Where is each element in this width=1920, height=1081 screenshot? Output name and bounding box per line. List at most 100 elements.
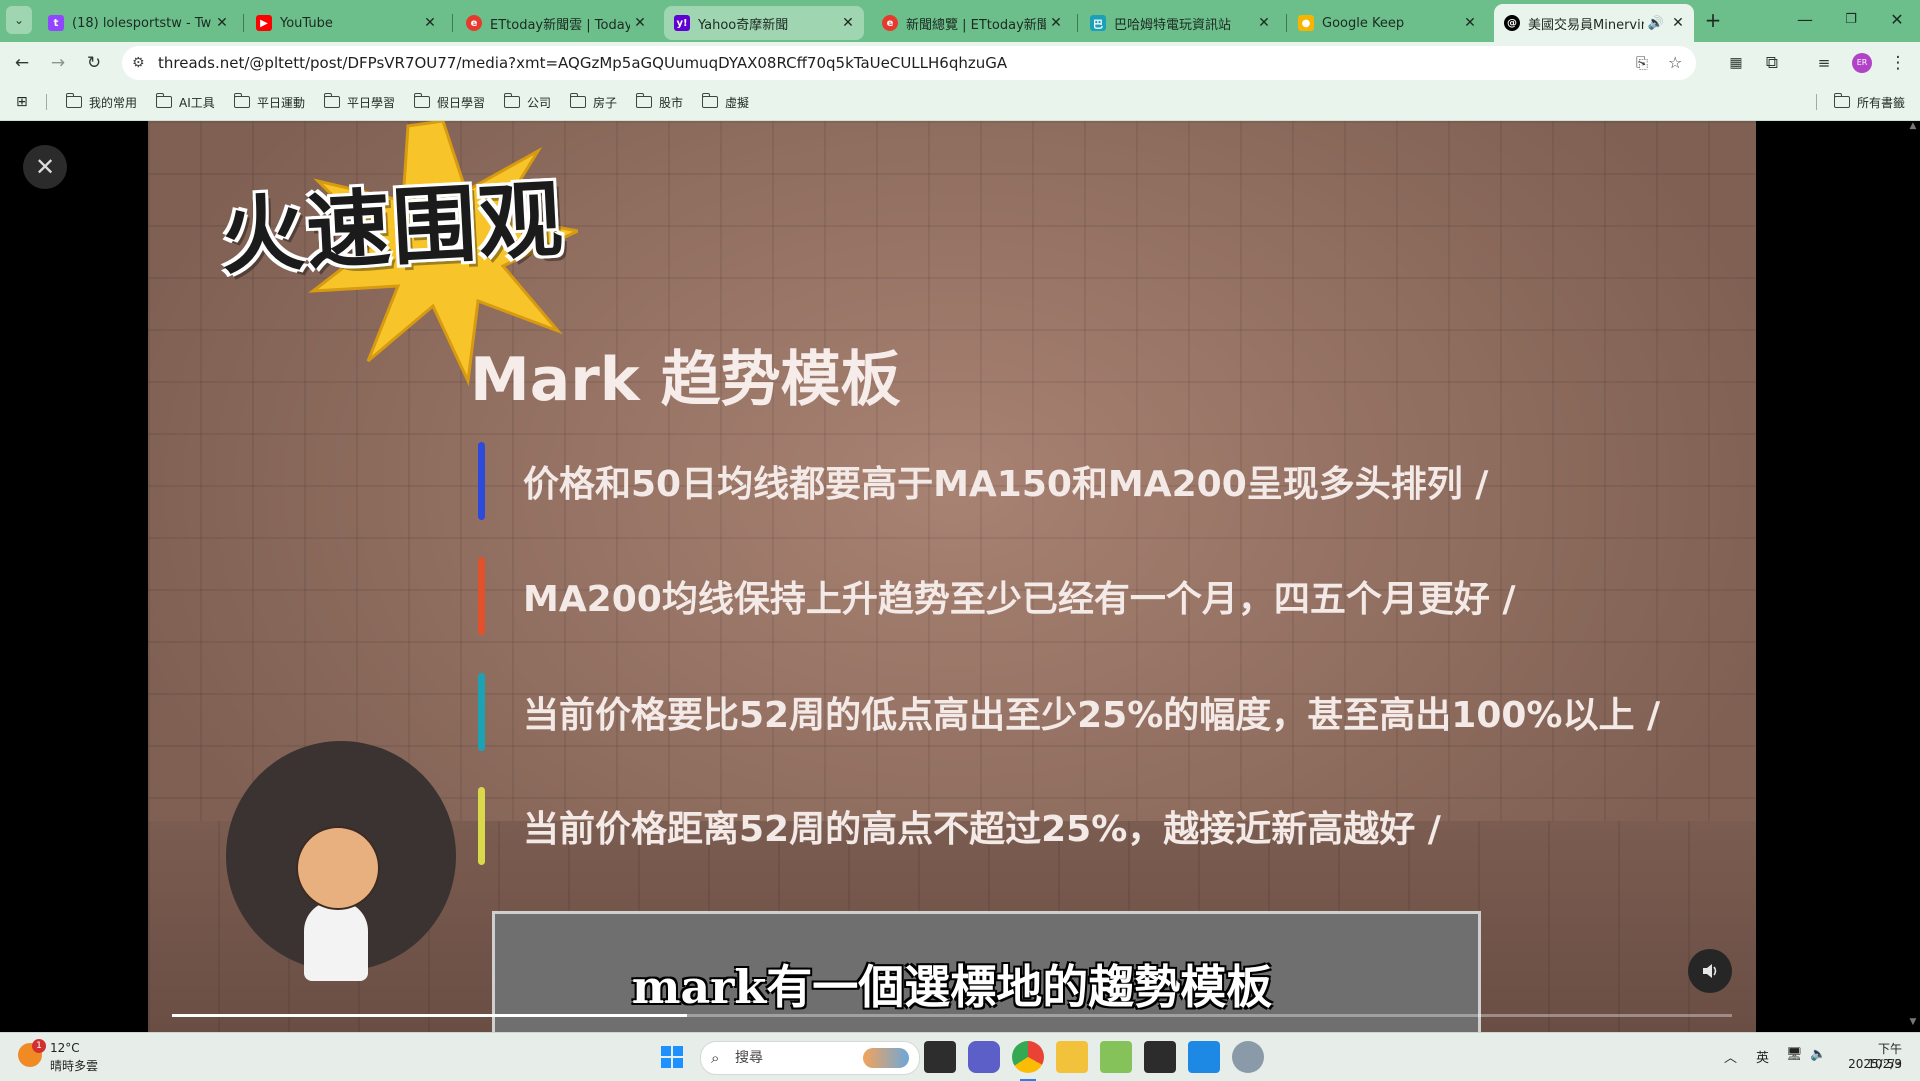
video-hand-title: 火速围观 bbox=[218, 170, 567, 286]
extensions-icon[interactable]: ⧉ bbox=[1758, 50, 1786, 76]
search-highlight-icon bbox=[863, 1048, 909, 1068]
chevron-up-icon[interactable]: ︿ bbox=[1724, 1047, 1737, 1066]
ettoday-icon: e bbox=[466, 15, 482, 31]
bookmark-label: 假日學習 bbox=[437, 95, 486, 110]
youtube-icon: ▶ bbox=[256, 15, 272, 31]
clock-date[interactable]: 2025/2/9 bbox=[1842, 1057, 1902, 1071]
tab-bahamut[interactable]: 巴 巴哈姆特電玩資訊站 ✕ bbox=[1080, 6, 1280, 40]
tab-twitch[interactable]: t (18) lolesportstw - Twitch ✕ bbox=[38, 6, 238, 40]
file-explorer-icon[interactable] bbox=[1056, 1041, 1088, 1073]
task-view-icon[interactable] bbox=[924, 1041, 956, 1073]
tab-close-button[interactable]: ✕ bbox=[1046, 15, 1066, 31]
folder-icon bbox=[635, 93, 652, 108]
back-button[interactable]: ← bbox=[8, 50, 36, 76]
tab-threads-active[interactable]: @ 美國交易員Minervini 🔊 ✕ bbox=[1494, 4, 1694, 42]
rule-text: 当前价格要比52周的低点高出至少25%的幅度，甚至高出100%以上 / bbox=[523, 695, 1661, 736]
folder-icon bbox=[503, 93, 520, 108]
vscode-icon[interactable] bbox=[1188, 1041, 1220, 1073]
forward-button[interactable]: → bbox=[44, 50, 72, 76]
notepad-icon[interactable] bbox=[1100, 1041, 1132, 1073]
tab-close-button[interactable]: ✕ bbox=[1460, 15, 1480, 31]
page-scrollbar[interactable] bbox=[1906, 121, 1920, 1032]
tab-close-button[interactable]: ✕ bbox=[630, 15, 650, 31]
bookmark-folder[interactable]: 平日運動 bbox=[233, 92, 305, 112]
terminal-icon[interactable] bbox=[1144, 1041, 1176, 1073]
tab-separator bbox=[452, 14, 453, 32]
network-icon[interactable]: 🖥 bbox=[1786, 1047, 1803, 1062]
media-control-icon[interactable]: ≡ bbox=[1810, 50, 1838, 76]
windows-start-icon[interactable] bbox=[656, 1041, 688, 1073]
tab-title: 新聞總覽 | ETtoday新聞雲 bbox=[906, 17, 1046, 33]
bookmarks-bar: ⊞ 我的常用 AI工具 平日運動 平日學習 假日學習 公司 房子 股市 虛擬 所… bbox=[0, 84, 1920, 121]
taskbar-search[interactable]: ⌕ 搜尋 bbox=[700, 1041, 920, 1075]
address-bar[interactable]: ⚙ threads.net/@pltett/post/DFPsVR7OU77/m… bbox=[122, 46, 1696, 80]
toolbar: ← → ↻ ⚙ threads.net/@pltett/post/DFPsVR7… bbox=[0, 42, 1920, 84]
close-viewer-button[interactable]: ✕ bbox=[23, 145, 67, 189]
folder-icon bbox=[233, 93, 250, 108]
tab-ettoday[interactable]: e ETtoday新聞雲 | Today is ✕ bbox=[456, 6, 656, 40]
bookmark-star-icon[interactable]: ☆ bbox=[1668, 46, 1682, 80]
folder-icon bbox=[155, 93, 172, 108]
tab-close-button[interactable]: ✕ bbox=[212, 15, 232, 31]
bookmark-folder[interactable]: 房子 bbox=[569, 92, 617, 112]
bookmark-folder[interactable]: 股市 bbox=[635, 92, 683, 112]
video-progress-track[interactable] bbox=[172, 1014, 1732, 1017]
search-icon: ⌕ bbox=[711, 1049, 720, 1067]
teams-icon[interactable] bbox=[968, 1041, 1000, 1073]
settings-gear-icon[interactable] bbox=[1232, 1041, 1264, 1073]
profile-avatar[interactable]: ER bbox=[1852, 53, 1872, 73]
tab-title: 巴哈姆特電玩資訊站 bbox=[1114, 17, 1232, 33]
speaker-icon bbox=[1703, 964, 1717, 978]
restore-button[interactable]: ❐ bbox=[1828, 6, 1874, 34]
rule-item: 价格和50日均线都要高于MA150和MA200呈现多头排列 / bbox=[478, 442, 1489, 520]
tab-google-keep[interactable]: ● Google Keep ✕ bbox=[1288, 6, 1486, 40]
bookmark-folder[interactable]: 平日學習 bbox=[323, 92, 395, 112]
bookmark-folder[interactable]: AI工具 bbox=[155, 92, 215, 112]
minimize-button[interactable]: — bbox=[1782, 6, 1828, 34]
video-player[interactable]: 火速围观 Mark 趋势模板 价格和50日均线都要高于MA150和MA200呈现… bbox=[148, 121, 1756, 1032]
volume-icon[interactable]: 🔈 bbox=[1810, 1047, 1826, 1062]
all-bookmarks-button[interactable]: 所有書籤 bbox=[1833, 92, 1905, 112]
rule-text: MA200均线保持上升趋势至少已经有一个月，四五个月更好 / bbox=[523, 579, 1516, 620]
rule-color-bar bbox=[478, 787, 485, 865]
tab-close-button[interactable]: ✕ bbox=[1668, 15, 1688, 31]
rule-color-bar bbox=[478, 442, 485, 520]
threads-icon: @ bbox=[1504, 15, 1520, 31]
speaker-icon[interactable]: 🔊 bbox=[1648, 16, 1664, 31]
new-tab-button[interactable]: + bbox=[1690, 6, 1736, 34]
video-subtitle: mark有一個選標地的趨勢模板 bbox=[631, 960, 1273, 1014]
rule-text: 价格和50日均线都要高于MA150和MA200呈现多头排列 / bbox=[523, 464, 1489, 505]
scroll-down-arrow[interactable]: ▼ bbox=[1906, 1017, 1920, 1031]
tab-yahoo[interactable]: y! Yahoo奇摩新聞 ✕ bbox=[664, 6, 864, 40]
chrome-icon[interactable] bbox=[1012, 1041, 1044, 1073]
taskbar: 1 12°C 晴時多雲 ⌕ 搜尋 ︿ 英 🖥 🔈 下午 10:53 2025/2… bbox=[0, 1032, 1920, 1081]
bookmark-folder[interactable]: 我的常用 bbox=[65, 92, 137, 112]
apps-grid-icon[interactable]: ⊞ bbox=[16, 92, 28, 112]
tab-close-button[interactable]: ✕ bbox=[1254, 15, 1274, 31]
volume-button[interactable] bbox=[1688, 949, 1732, 993]
rule-color-bar bbox=[478, 557, 485, 635]
video-slide-title: Mark 趋势模板 bbox=[470, 345, 901, 415]
close-window-button[interactable]: ✕ bbox=[1874, 6, 1920, 34]
tab-close-button[interactable]: ✕ bbox=[838, 15, 858, 31]
menu-kebab-icon[interactable]: ⋮ bbox=[1884, 50, 1912, 76]
scroll-up-arrow[interactable]: ▲ bbox=[1906, 121, 1920, 135]
bookmark-folder[interactable]: 公司 bbox=[503, 92, 551, 112]
tab-close-button[interactable]: ✕ bbox=[420, 15, 440, 31]
reload-button[interactable]: ↻ bbox=[80, 50, 108, 76]
site-info-icon[interactable]: ⚙ bbox=[132, 46, 145, 80]
url-text[interactable]: threads.net/@pltett/post/DFPsVR7OU77/med… bbox=[158, 46, 1007, 80]
keep-icon: ● bbox=[1298, 15, 1314, 31]
bookmark-folder[interactable]: 假日學習 bbox=[413, 92, 486, 112]
bookmark-divider bbox=[1816, 94, 1817, 110]
tab-search-button[interactable]: ⌄ bbox=[6, 6, 32, 34]
qr-code-icon[interactable]: ▦ bbox=[1722, 50, 1750, 76]
tab-ettoday-news[interactable]: e 新聞總覽 | ETtoday新聞雲 ✕ bbox=[872, 6, 1072, 40]
tab-youtube[interactable]: ▶ YouTube ✕ bbox=[246, 6, 446, 40]
tab-strip: ⌄ t (18) lolesportstw - Twitch ✕ ▶ YouTu… bbox=[0, 0, 1920, 42]
bookmark-label: 虛擬 bbox=[725, 95, 750, 110]
folder-icon bbox=[413, 93, 430, 108]
ime-indicator[interactable]: 英 bbox=[1756, 1047, 1769, 1066]
install-app-icon[interactable]: ⎘ bbox=[1636, 46, 1648, 80]
bookmark-folder[interactable]: 虛擬 bbox=[701, 92, 750, 112]
